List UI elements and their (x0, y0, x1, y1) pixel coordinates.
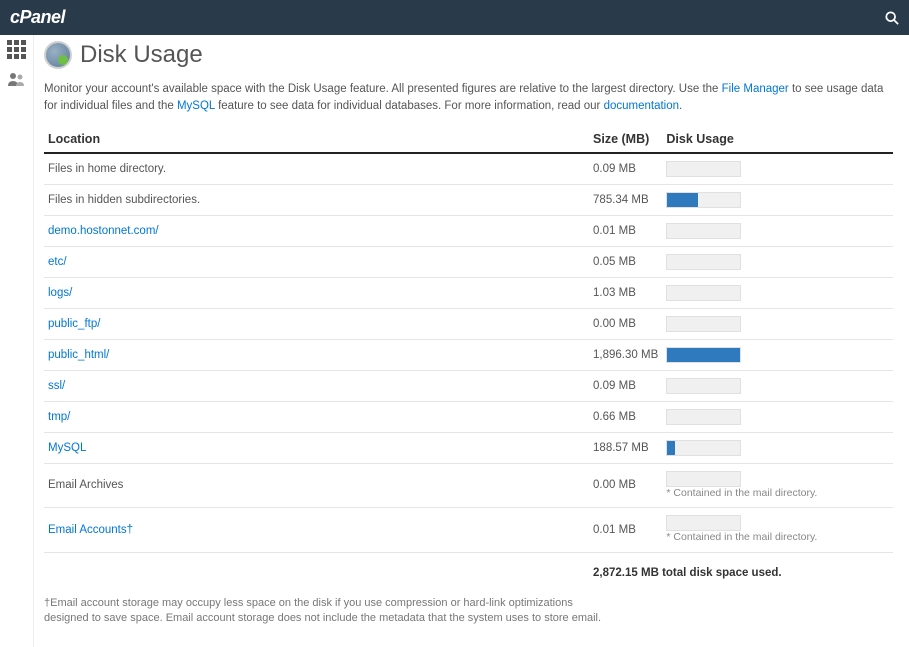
table-row: etc/0.05 MB (44, 246, 893, 277)
table-row: public_html/1,896.30 MB (44, 339, 893, 370)
users-icon[interactable] (7, 69, 27, 89)
col-location: Location (44, 126, 589, 153)
apps-grid-icon[interactable] (7, 39, 27, 59)
usage-bar (666, 440, 741, 456)
location-link[interactable]: public_html/ (48, 349, 109, 361)
usage-bar (666, 254, 741, 270)
location-label: Files in home directory. (44, 153, 589, 185)
usage-bar (666, 192, 741, 208)
size-value: 0.09 MB (589, 370, 662, 401)
total-row: 2,872.15 MB total disk space used. (44, 552, 893, 586)
usage-bar (666, 378, 741, 394)
col-size: Size (MB) (589, 126, 662, 153)
size-value: 188.57 MB (589, 432, 662, 463)
usage-note: * Contained in the mail directory. (666, 531, 889, 545)
table-row: tmp/0.66 MB (44, 401, 893, 432)
usage-bar (666, 409, 741, 425)
table-row: Files in home directory.0.09 MB (44, 153, 893, 185)
footnote: †Email account storage may occupy less s… (44, 596, 604, 627)
usage-bar (666, 471, 741, 487)
location-link[interactable]: public_ftp/ (48, 318, 100, 330)
size-value: 785.34 MB (589, 184, 662, 215)
size-value: 0.66 MB (589, 401, 662, 432)
table-row: Files in hidden subdirectories.785.34 MB (44, 184, 893, 215)
location-link[interactable]: etc/ (48, 256, 67, 268)
cpanel-logo: cPanel (10, 7, 65, 28)
size-value: 0.00 MB (589, 463, 662, 508)
usage-bar (666, 316, 741, 332)
documentation-link[interactable]: documentation (604, 100, 679, 112)
usage-bar (666, 347, 741, 363)
mysql-link[interactable]: MySQL (177, 100, 215, 112)
size-value: 0.05 MB (589, 246, 662, 277)
location-link[interactable]: demo.hostonnet.com/ (48, 225, 159, 237)
size-value: 0.01 MB (589, 215, 662, 246)
usage-bar (666, 223, 741, 239)
location-label: Email Archives (44, 463, 589, 508)
main-content: Disk Usage Monitor your account's availa… (34, 35, 909, 647)
page-title: Disk Usage (80, 41, 203, 69)
size-value: 0.09 MB (589, 153, 662, 185)
top-bar: cPanel (0, 0, 909, 35)
usage-bar (666, 515, 741, 531)
table-row: MySQL 188.57 MB (44, 432, 893, 463)
intro-text: Monitor your account's available space w… (44, 81, 893, 116)
size-value: 0.00 MB (589, 308, 662, 339)
size-value: 0.01 MB (589, 508, 662, 553)
table-row: logs/1.03 MB (44, 277, 893, 308)
location-link[interactable]: tmp/ (48, 411, 70, 423)
location-link[interactable]: Email Accounts† (48, 524, 133, 536)
location-link[interactable]: ssl/ (48, 380, 65, 392)
size-value: 1.03 MB (589, 277, 662, 308)
disk-usage-icon (44, 41, 72, 69)
location-label: Files in hidden subdirectories. (44, 184, 589, 215)
table-row: Email Accounts† 0.01 MB * Contained in the… (44, 508, 893, 553)
file-manager-link[interactable]: File Manager (722, 83, 789, 95)
usage-bar (666, 285, 741, 301)
table-row: Email Archives0.00 MB * Contained in the … (44, 463, 893, 508)
table-row: public_ftp/0.00 MB (44, 308, 893, 339)
size-value: 1,896.30 MB (589, 339, 662, 370)
table-row: ssl/0.09 MB (44, 370, 893, 401)
total-value: 2,872.15 MB total disk space used. (589, 552, 893, 586)
usage-note: * Contained in the mail directory. (666, 487, 889, 501)
sidebar (0, 35, 34, 647)
table-row: demo.hostonnet.com/0.01 MB (44, 215, 893, 246)
disk-usage-table: Location Size (MB) Disk Usage Files in h… (44, 126, 893, 586)
location-link[interactable]: logs/ (48, 287, 72, 299)
location-link[interactable]: MySQL (48, 442, 86, 454)
usage-bar (666, 161, 741, 177)
search-icon[interactable] (885, 11, 899, 25)
col-usage: Disk Usage (662, 126, 893, 153)
